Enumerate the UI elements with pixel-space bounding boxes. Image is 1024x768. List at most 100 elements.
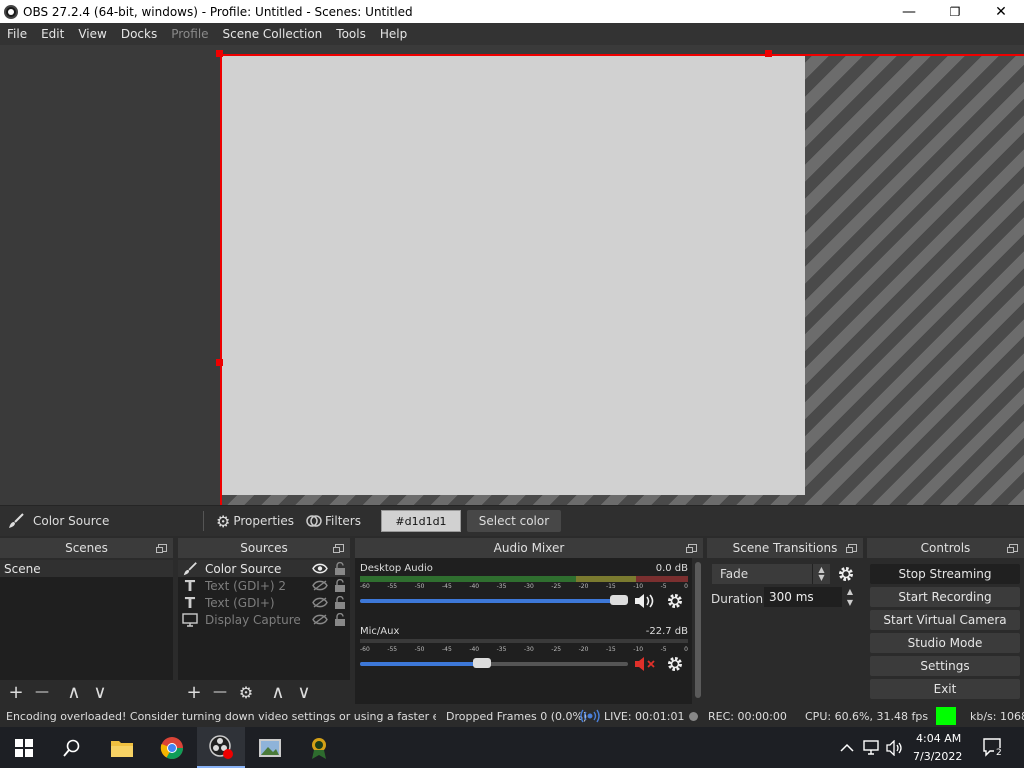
resize-handle-top-left[interactable] (216, 50, 223, 57)
add-scene-button[interactable]: + (5, 681, 27, 703)
volume-slider-knob[interactable] (610, 595, 628, 605)
scrollbar-thumb[interactable] (695, 562, 701, 698)
menu-profile[interactable]: Profile (164, 23, 215, 45)
undock-icon[interactable] (156, 544, 167, 553)
scenes-dock-header: Scenes (0, 538, 173, 558)
folder-icon (111, 740, 133, 757)
gear-icon[interactable] (666, 655, 684, 673)
eye-icon[interactable] (312, 563, 328, 574)
start-recording-button[interactable]: Start Recording (870, 587, 1020, 607)
start-button[interactable] (0, 727, 48, 768)
transition-select[interactable]: Fade ▲ ▼ (712, 564, 830, 584)
undock-icon[interactable] (846, 544, 857, 553)
meter-tick-label: -60 (360, 646, 370, 653)
move-source-down-button[interactable]: ∨ (293, 681, 315, 703)
scene-item-label: Scene (4, 561, 41, 576)
unlock-icon[interactable] (334, 579, 346, 592)
volume-slider-knob[interactable] (472, 658, 491, 668)
obs-window: OBS 27.2.4 (64-bit, windows) - Profile: … (0, 0, 1024, 768)
menu-docks[interactable]: Docks (114, 23, 164, 45)
preview-area[interactable] (0, 45, 1024, 505)
exit-button[interactable]: Exit (870, 679, 1020, 699)
menu-view[interactable]: View (71, 23, 113, 45)
undock-icon[interactable] (1007, 544, 1018, 553)
menu-scene-collection[interactable]: Scene Collection (216, 23, 330, 45)
clock-date[interactable]: 7/3/2022 (913, 750, 962, 763)
windows-taskbar: 4:04 AM 7/3/2022 2 (0, 727, 1024, 768)
move-scene-down-button[interactable]: ∨ (89, 681, 111, 703)
search-button[interactable] (48, 727, 96, 768)
resize-handle-middle-left[interactable] (216, 359, 223, 366)
meter-tick-label: -15 (605, 646, 616, 653)
filters-button[interactable]: Filters (300, 513, 367, 529)
maximize-button[interactable]: ❐ (932, 0, 978, 23)
unlock-icon[interactable] (334, 596, 346, 609)
chevron-up-icon[interactable]: ▲ (847, 587, 853, 596)
minimize-button[interactable]: — (886, 0, 932, 23)
sources-toolbar: + — ⚙ ∧ ∨ (178, 680, 350, 704)
volume-slider-fill (360, 662, 482, 666)
duration-spinner[interactable]: ▲ ▼ (843, 587, 857, 607)
chrome-button[interactable] (148, 727, 196, 768)
source-item[interactable]: T Text (GDI+) 2 (178, 577, 350, 595)
unlock-icon[interactable] (334, 613, 346, 626)
clock-time[interactable]: 4:04 AM (916, 732, 961, 745)
select-color-button[interactable]: Select color (466, 510, 561, 532)
remove-source-button[interactable]: — (209, 681, 231, 703)
move-source-up-button[interactable]: ∧ (267, 681, 289, 703)
status-bar: Encoding overloaded! Consider turning do… (0, 705, 1024, 727)
source-item-label: Text (GDI+) (205, 595, 275, 610)
eye-hidden-icon[interactable] (312, 580, 328, 591)
obs-taskbar-button[interactable] (197, 727, 245, 768)
file-explorer-button[interactable] (98, 727, 146, 768)
volume-icon[interactable] (886, 740, 904, 756)
scenes-list[interactable]: Scene (0, 560, 173, 680)
menu-file[interactable]: File (0, 23, 34, 45)
source-properties-gear-icon[interactable]: ⚙ (235, 681, 257, 703)
eye-hidden-icon[interactable] (312, 597, 328, 608)
undock-icon[interactable] (686, 544, 697, 553)
speaker-muted-icon[interactable] (633, 655, 657, 673)
meter-tick-label: 0 (684, 646, 688, 653)
eye-hidden-icon[interactable] (312, 614, 328, 625)
duration-input[interactable]: 300 ms (764, 587, 842, 607)
source-item[interactable]: T Text (GDI+) (178, 594, 350, 612)
start-virtual-camera-button[interactable]: Start Virtual Camera (870, 610, 1020, 630)
scene-item[interactable]: Scene (0, 560, 173, 577)
source-item[interactable]: Display Capture (178, 611, 350, 628)
menu-edit[interactable]: Edit (34, 23, 71, 45)
gear-icon[interactable] (837, 565, 855, 583)
chevron-down-icon[interactable]: ▼ (847, 598, 853, 607)
source-item[interactable]: Color Source (178, 560, 350, 577)
studio-mode-button[interactable]: Studio Mode (870, 633, 1020, 653)
stop-streaming-button[interactable]: Stop Streaming (870, 564, 1020, 584)
meter-tick-label: 0 (684, 583, 688, 590)
add-source-button[interactable]: + (183, 681, 205, 703)
meter-tick-label: -30 (523, 646, 534, 653)
menu-help[interactable]: Help (373, 23, 414, 45)
app-launcher-button[interactable] (295, 727, 343, 768)
photos-button[interactable] (246, 727, 294, 768)
channel-db: -22.7 dB (645, 626, 688, 637)
close-button[interactable]: ✕ (978, 0, 1024, 23)
volume-slider[interactable] (360, 595, 628, 605)
remove-scene-button[interactable]: — (31, 681, 53, 703)
undock-icon[interactable] (333, 544, 344, 553)
settings-button[interactable]: Settings (870, 656, 1020, 676)
gear-icon[interactable] (666, 592, 684, 610)
speaker-icon[interactable] (633, 592, 657, 610)
properties-button[interactable]: ⚙ Properties (210, 512, 300, 531)
network-icon[interactable] (863, 740, 881, 756)
sources-list[interactable]: Color Source T Text (GDI+) 2 T Text (GDI… (178, 560, 350, 680)
mixer-scrollbar[interactable] (693, 560, 703, 700)
resize-handle-top-center[interactable] (765, 50, 772, 57)
controls-dock-title: Controls (920, 541, 971, 555)
select-arrows-icon: ▲ ▼ (812, 564, 830, 584)
selected-source-name: Color Source (33, 514, 110, 528)
unlock-icon[interactable] (334, 562, 346, 575)
chevron-up-icon[interactable] (840, 743, 854, 753)
filter-icon (306, 515, 322, 527)
volume-slider[interactable] (360, 658, 628, 668)
menu-tools[interactable]: Tools (329, 23, 373, 45)
move-scene-up-button[interactable]: ∧ (63, 681, 85, 703)
